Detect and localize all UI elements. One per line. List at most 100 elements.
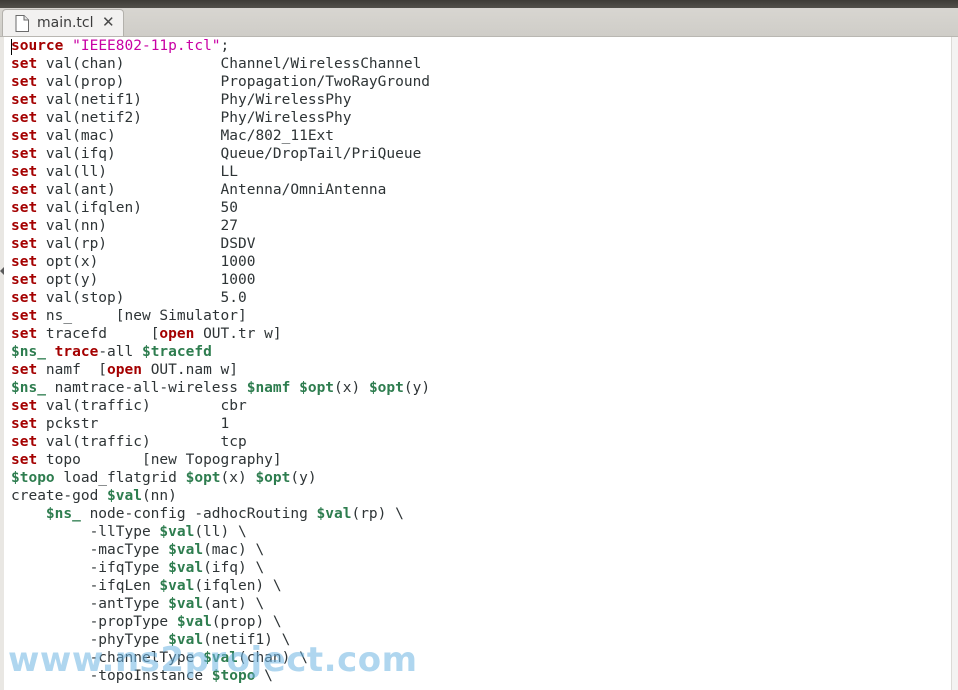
- keyword-token: trace: [54, 344, 99, 360]
- code-text: -antType: [11, 596, 169, 612]
- variable-token: $val: [176, 614, 212, 630]
- code-line: set pckstr 1: [11, 415, 951, 433]
- variable-token: $val: [107, 488, 142, 504]
- variable-token: $ns_: [45, 506, 81, 522]
- code-text: val(mac) Mac/802_11Ext: [37, 128, 335, 144]
- keyword-token: set: [11, 74, 38, 90]
- code-line: set topo [new Topography]: [11, 451, 951, 469]
- keyword-token: set: [11, 272, 38, 288]
- code-text: (y): [403, 380, 431, 396]
- keyword-token: set: [11, 110, 38, 126]
- code-text: namf [: [37, 362, 108, 378]
- keyword-token: set: [11, 164, 38, 180]
- variable-token: $val: [168, 542, 204, 558]
- variable-token: $ns_: [11, 380, 46, 396]
- keyword-token: open: [159, 326, 195, 342]
- document-icon: [15, 15, 29, 32]
- keyword-token: set: [11, 452, 38, 468]
- code-text: (x): [220, 470, 256, 486]
- code-text: -propType: [11, 614, 177, 630]
- code-line: -ifqLen $val(ifqlen) \: [11, 577, 951, 595]
- code-text: val(chan) Channel/WirelessChannel: [37, 56, 422, 72]
- code-line: set val(traffic) cbr: [11, 397, 951, 415]
- keyword-token: set: [11, 92, 38, 108]
- code-text: node-config -adhocRouting: [80, 506, 317, 522]
- code-text: (mac) \: [203, 542, 265, 558]
- code-line: -llType $val(ll) \: [11, 523, 951, 541]
- variable-token: $val: [168, 596, 204, 612]
- code-text: val(traffic) tcp: [37, 434, 247, 450]
- code-line: set namf [open OUT.nam w]: [11, 361, 951, 379]
- code-text: -channelType: [11, 650, 204, 666]
- tab-main-tcl[interactable]: main.tcl ✕: [2, 9, 124, 36]
- code-editor[interactable]: source "IEEE802-11p.tcl"; set val(chan) C…: [11, 37, 951, 690]
- keyword-token: open: [107, 362, 142, 378]
- code-text: (chan) \: [237, 650, 308, 666]
- code-text: \: [255, 668, 273, 684]
- code-text: (prop) \: [211, 614, 282, 630]
- code-line: set val(prop) Propagation/TwoRayGround: [11, 73, 951, 91]
- keyword-token: set: [11, 128, 38, 144]
- keyword-token: source: [11, 38, 64, 54]
- code-text: (rp) \: [351, 506, 404, 522]
- code-text: -all: [98, 344, 142, 360]
- variable-token: $topo: [211, 668, 256, 684]
- code-line: $ns_ trace-all $tracefd: [11, 343, 951, 361]
- code-text: (x): [334, 380, 369, 396]
- code-text: val(ant) Antenna/OmniAntenna: [37, 182, 387, 198]
- code-line: set opt(y) 1000: [11, 271, 951, 289]
- code-text: opt(x) 1000: [37, 254, 256, 270]
- code-text: tracefd [: [37, 326, 160, 342]
- code-text: val(prop) Propagation/TwoRayGround: [37, 74, 431, 90]
- code-line: set val(stop) 5.0: [11, 289, 951, 307]
- code-text: (y): [290, 470, 317, 486]
- code-line: -channelType $val(chan) \: [11, 649, 951, 667]
- code-line: set tracefd [open OUT.tr w]: [11, 325, 951, 343]
- keyword-token: set: [11, 236, 38, 252]
- code-text: val(ifqlen) 50: [37, 200, 238, 216]
- code-line: set val(mac) Mac/802_11Ext: [11, 127, 951, 145]
- text-cursor: [11, 39, 12, 55]
- code-text: -ifqType: [11, 560, 169, 576]
- code-text: OUT.nam w]: [141, 362, 238, 378]
- tab-filename: main.tcl: [37, 15, 94, 31]
- code-line: create-god $val(nn): [11, 487, 951, 505]
- string-token: "IEEE802-11p.tcl": [72, 38, 221, 54]
- variable-token: $val: [168, 560, 204, 576]
- code-text: -llType: [11, 524, 160, 540]
- code-text: (ant) \: [203, 596, 265, 612]
- code-text: val(rp) DSDV: [37, 236, 256, 252]
- side-panel-arrow-icon[interactable]: [0, 267, 4, 275]
- code-text: -macType: [11, 542, 169, 558]
- code-text: opt(y) 1000: [37, 272, 256, 288]
- variable-token: $ns_: [11, 344, 46, 360]
- keyword-token: set: [11, 182, 38, 198]
- keyword-token: set: [11, 308, 38, 324]
- code-line: set val(ifqlen) 50: [11, 199, 951, 217]
- code-text: val(ll) LL: [37, 164, 238, 180]
- code-line: -phyType $val(netif1) \: [11, 631, 951, 649]
- code-line: $ns_ namtrace-all-wireless $namf $opt(x)…: [11, 379, 951, 397]
- close-tab-icon[interactable]: ✕: [102, 14, 115, 31]
- code-text: pckstr 1: [37, 416, 230, 432]
- code-line: set val(ll) LL: [11, 163, 951, 181]
- code-text: OUT.tr w]: [194, 326, 282, 342]
- code-text: create-god: [11, 488, 108, 504]
- scrollbar[interactable]: [951, 37, 958, 690]
- code-text: (ll) \: [194, 524, 247, 540]
- code-line: set val(ant) Antenna/OmniAntenna: [11, 181, 951, 199]
- keyword-token: set: [11, 290, 38, 306]
- variable-token: $opt: [299, 380, 335, 396]
- variable-token: $val: [203, 650, 238, 666]
- variable-token: $val: [316, 506, 352, 522]
- variable-token: $tracefd: [141, 344, 212, 360]
- keyword-token: set: [11, 254, 38, 270]
- variable-token: $namf: [246, 380, 291, 396]
- variable-token: $opt: [368, 380, 404, 396]
- keyword-token: set: [11, 56, 38, 72]
- code-line: -macType $val(mac) \: [11, 541, 951, 559]
- code-text: (ifq) \: [203, 560, 265, 576]
- code-line: -propType $val(prop) \: [11, 613, 951, 631]
